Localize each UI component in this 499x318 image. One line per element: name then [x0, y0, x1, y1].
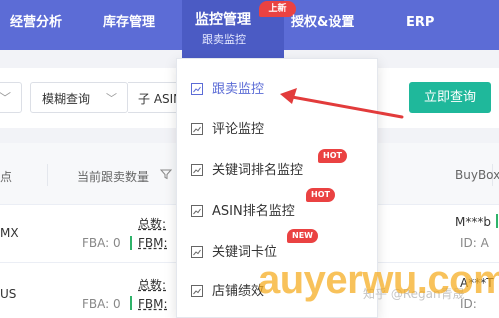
chevron-down-icon: ﹀: [106, 92, 117, 105]
site-select[interactable]: ﹀: [0, 82, 22, 113]
nav-item-inventory[interactable]: 库存管理: [103, 0, 155, 50]
chart-icon: [191, 83, 203, 95]
status-bar: [130, 296, 132, 310]
dropdown-item-review-monitor[interactable]: 评论监控: [177, 111, 377, 149]
nav-item-business-analysis[interactable]: 经营分析: [10, 0, 62, 50]
dropdown-item-label: ASIN排名监控: [212, 204, 295, 219]
table-header-follow-count: 当前跟卖数量: [77, 170, 150, 184]
chart-icon: [191, 164, 203, 176]
dropdown-item-asin-rank[interactable]: ASIN排名监控: [177, 193, 377, 231]
row1-buybox-id: ID: A: [460, 236, 489, 250]
hot-badge: HOT: [306, 188, 335, 202]
dropdown-item-label: 跟卖监控: [212, 82, 265, 97]
match-mode-select[interactable]: 模糊查询 ﹀: [30, 82, 128, 113]
nav-item-monitoring-label: 监控管理: [195, 12, 251, 28]
nav-item-auth-settings[interactable]: 授权&设置: [291, 0, 354, 50]
nav-item-monitoring-sub: 跟卖监控: [202, 33, 246, 46]
filter-icon[interactable]: [160, 168, 172, 180]
row1-fba: FBA: 0: [82, 236, 121, 250]
column-divider: [47, 164, 48, 186]
row2-total[interactable]: 总数:: [138, 276, 166, 293]
chart-icon: [191, 246, 203, 258]
dropdown-item-label: 评论监控: [212, 122, 265, 137]
row2-fbm[interactable]: FBM:: [138, 297, 168, 311]
nav-item-erp[interactable]: ERP: [406, 0, 434, 50]
dropdown-item-keyword-rank[interactable]: 关键词排名监控: [177, 152, 377, 190]
asin-type-select[interactable]: 子 ASIN: [128, 82, 180, 113]
hot-badge: HOT: [318, 149, 347, 163]
asin-type-value: 子 ASIN: [138, 92, 180, 106]
status-bar: [130, 236, 132, 250]
chart-icon: [191, 285, 203, 297]
site-watermark: auyerwu.com: [258, 258, 499, 302]
row1-buybox-seller: M***b: [455, 215, 491, 229]
row1-site: MX: [0, 226, 19, 240]
row1-fbm[interactable]: FBM:: [138, 236, 168, 250]
chevron-down-icon: ﹀: [0, 91, 12, 105]
dropdown-item-label: 关键词排名监控: [212, 163, 304, 178]
table-header-site: 点: [0, 170, 13, 184]
row2-fba: FBA: 0: [82, 297, 121, 311]
chart-icon: [191, 205, 203, 217]
new-badge: NEW: [287, 229, 318, 243]
row1-total[interactable]: 总数:: [138, 215, 166, 232]
query-button[interactable]: 立即查询: [409, 82, 491, 113]
dropdown-item-follow-monitor[interactable]: 跟卖监控: [177, 71, 377, 109]
match-mode-value: 模糊查询: [42, 92, 91, 106]
status-bar: [496, 214, 498, 228]
chart-icon: [191, 123, 203, 135]
table-header-buybox: BuyBox: [455, 168, 499, 182]
row2-site: US: [0, 287, 17, 301]
dropdown-item-label: 店铺绩效: [212, 284, 265, 299]
